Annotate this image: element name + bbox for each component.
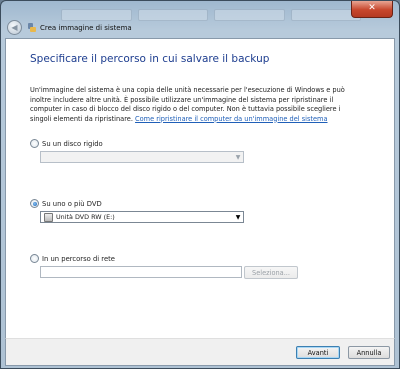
dvd-drive-select-value: Unità DVD RW (E:)	[56, 213, 115, 221]
hard-disk-select: ▼	[40, 151, 244, 163]
next-button-label: Avanti	[307, 348, 329, 357]
dvd-drive-select[interactable]: Unità DVD RW (E:) ▼	[40, 211, 244, 223]
close-button[interactable]: ✕	[351, 1, 393, 18]
radio-network[interactable]	[30, 254, 39, 263]
browse-button-label: Seleziona...	[252, 268, 290, 277]
radio-hard-disk[interactable]	[30, 139, 39, 148]
close-icon: ✕	[368, 3, 376, 13]
option-dvd-label: Su uno o più DVD	[42, 199, 102, 208]
window-title: Crea immagine di sistema	[40, 23, 132, 32]
browse-button[interactable]: Seleziona...	[244, 266, 298, 279]
page-title: Specificare il percorso in cui salvare i…	[30, 53, 270, 65]
title-bar: ◀ Crea immagine di sistema	[5, 19, 397, 36]
window-frame: ✕ ◀ Crea immagine di sistema Specificare…	[0, 0, 400, 369]
cancel-button[interactable]: Annulla	[348, 346, 390, 359]
cancel-button-label: Annulla	[356, 348, 382, 357]
option-hard-disk[interactable]: Su un disco rigido	[30, 139, 103, 148]
option-network-label: In un percorso di rete	[42, 254, 115, 263]
option-dvd[interactable]: Su uno o più DVD	[30, 199, 102, 208]
option-network[interactable]: In un percorso di rete	[30, 254, 115, 263]
dvd-drive-select-value-wrap: Unità DVD RW (E:)	[41, 212, 233, 222]
dvd-drive-icon	[44, 212, 53, 222]
backup-restore-icon	[27, 23, 36, 32]
chevron-down-icon: ▼	[235, 153, 241, 161]
radio-dvd[interactable]	[30, 199, 39, 208]
wizard-footer: Avanti Annulla	[5, 338, 395, 366]
back-arrow-icon[interactable]: ◀	[7, 20, 22, 35]
next-button[interactable]: Avanti	[296, 346, 340, 359]
option-hard-disk-label: Su un disco rigido	[42, 139, 103, 148]
help-link[interactable]: Come ripristinare il computer da un'imma…	[135, 115, 327, 123]
chevron-down-icon[interactable]: ▼	[233, 214, 243, 221]
description: Un'immagine del sistema è una copia dell…	[30, 86, 360, 124]
network-path-input[interactable]	[40, 266, 242, 278]
wizard-content: Specificare il percorso in cui salvare i…	[5, 38, 395, 338]
